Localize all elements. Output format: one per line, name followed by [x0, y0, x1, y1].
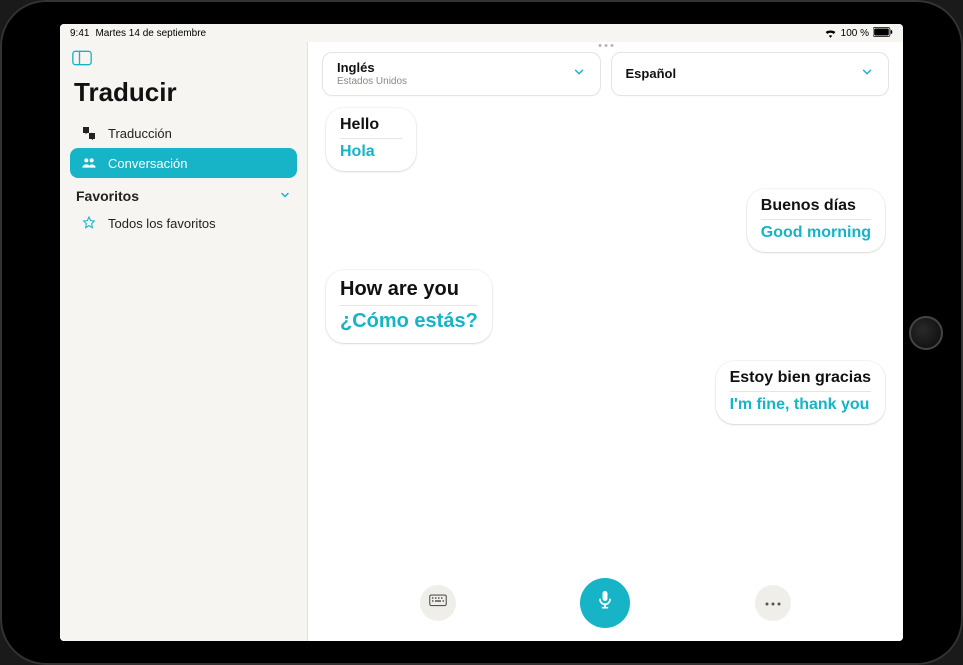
source-language-name: Inglés [337, 61, 407, 76]
chevron-down-icon [860, 65, 874, 84]
message-bubble[interactable]: Buenos días Good morning [747, 189, 885, 252]
message-original: Buenos días [761, 197, 871, 220]
source-language-select[interactable]: Inglés Estados Unidos [322, 52, 601, 96]
status-date: Martes 14 de septiembre [95, 28, 206, 39]
translate-icon [80, 125, 98, 141]
microphone-button[interactable] [580, 578, 630, 628]
battery-icon [873, 27, 893, 40]
message-translation: ¿Cómo estás? [340, 310, 478, 333]
content-split: Traducir Traducción Conversación Favorit… [60, 42, 903, 641]
favorites-item-label: Todos los favoritos [108, 216, 216, 231]
page-title: Traducir [74, 77, 293, 108]
favorites-item-all[interactable]: Todos los favoritos [70, 208, 297, 238]
ellipsis-icon [764, 594, 782, 612]
keyboard-button[interactable] [420, 585, 456, 621]
multitask-dots-icon[interactable] [598, 42, 613, 47]
more-button[interactable] [755, 585, 791, 621]
favorites-section-header[interactable]: Favoritos [70, 178, 297, 208]
target-language-name: Español [626, 67, 677, 82]
keyboard-icon [429, 594, 447, 613]
bottom-controls [308, 571, 903, 641]
people-icon [80, 155, 98, 171]
ipad-device-frame: 9:41 Martes 14 de septiembre 100 % Tradu… [0, 0, 963, 665]
chevron-down-icon [572, 65, 586, 84]
star-icon [80, 215, 98, 231]
home-button[interactable] [909, 316, 943, 350]
language-bar: Inglés Estados Unidos Español [308, 42, 903, 104]
target-language-select[interactable]: Español [611, 52, 890, 96]
message-original: How are you [340, 278, 478, 306]
message-translation: Good morning [761, 224, 871, 242]
message-bubble[interactable]: How are you ¿Cómo estás? [326, 270, 492, 343]
message-original: Hello [340, 116, 402, 139]
microphone-icon [595, 589, 615, 618]
sidebar-item-translation[interactable]: Traducción [70, 118, 297, 148]
source-language-sub: Estados Unidos [337, 76, 407, 88]
battery-text: 100 % [841, 28, 869, 39]
conversation-area: Hello Hola Buenos días Good morning How … [308, 104, 903, 571]
status-time: 9:41 [70, 28, 89, 39]
sidebar-item-label: Conversación [108, 156, 188, 171]
main-panel: Inglés Estados Unidos Español [308, 42, 903, 641]
status-bar: 9:41 Martes 14 de septiembre 100 % [60, 24, 903, 42]
message-translation: I'm fine, thank you [730, 396, 871, 414]
wifi-icon [824, 28, 837, 38]
message-translation: Hola [340, 143, 402, 161]
message-original: Estoy bien gracias [730, 369, 871, 392]
favorites-header-label: Favoritos [76, 188, 139, 204]
screen: 9:41 Martes 14 de septiembre 100 % Tradu… [60, 24, 903, 641]
message-bubble[interactable]: Hello Hola [326, 108, 416, 171]
sidebar-toggle-icon[interactable] [72, 50, 297, 71]
chevron-down-icon [279, 188, 291, 204]
sidebar-item-conversation[interactable]: Conversación [70, 148, 297, 178]
sidebar: Traducir Traducción Conversación Favorit… [60, 42, 308, 641]
sidebar-item-label: Traducción [108, 126, 172, 141]
message-bubble[interactable]: Estoy bien gracias I'm fine, thank you [716, 361, 885, 424]
